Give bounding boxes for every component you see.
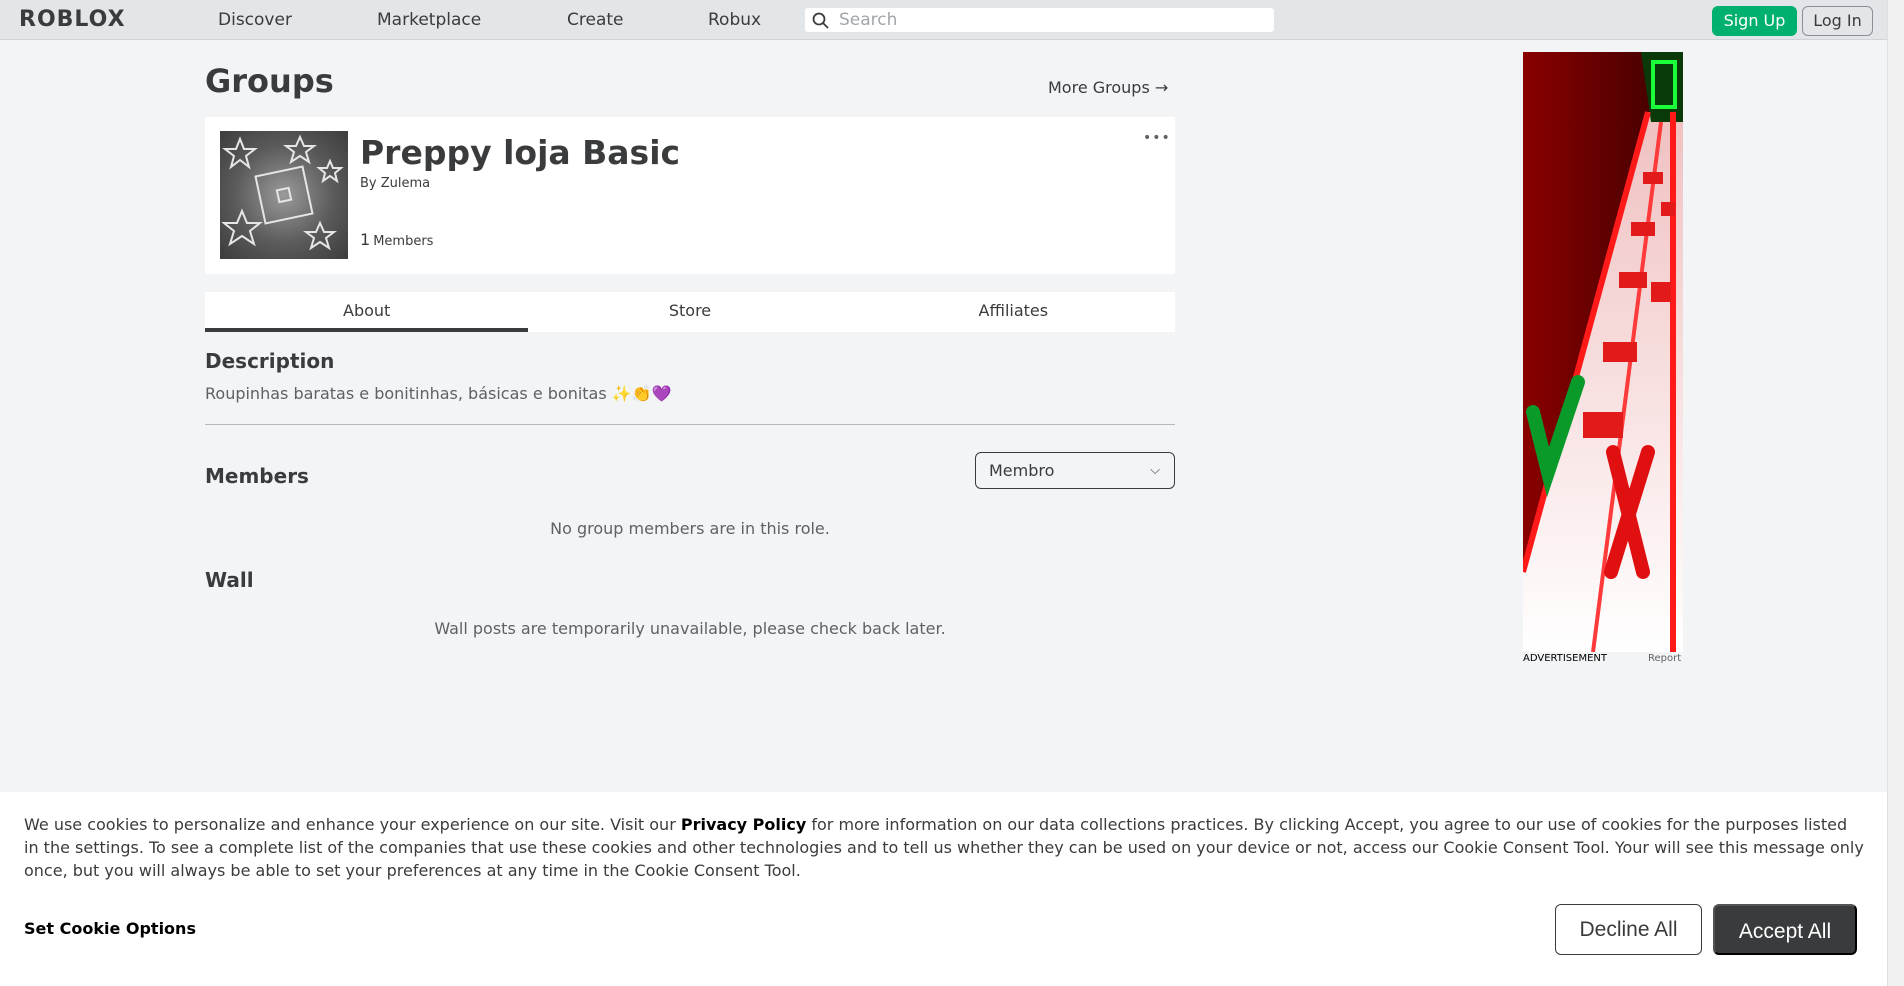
decline-all-button[interactable]: Decline All <box>1555 904 1702 955</box>
search-box[interactable] <box>804 7 1275 33</box>
group-owner: By Zulema <box>360 176 430 191</box>
page-title: Groups <box>205 62 334 100</box>
role-dropdown[interactable]: Membro ⌵ <box>975 452 1175 489</box>
member-count: 1 Members <box>360 230 433 249</box>
members-heading: Members <box>205 464 309 488</box>
stars-emblem-icon <box>221 134 344 251</box>
page-scrollbar[interactable] <box>1887 0 1904 986</box>
cookie-text-before: We use cookies to personalize and enhanc… <box>24 815 681 834</box>
tab-affiliates[interactable]: Affiliates <box>852 292 1175 332</box>
owner-link[interactable]: Zulema <box>381 176 430 191</box>
nav-link-marketplace[interactable]: Marketplace <box>377 10 481 30</box>
by-label: By <box>360 176 377 191</box>
chevron-down-icon: ⌵ <box>1150 463 1160 478</box>
tab-store[interactable]: Store <box>528 292 851 332</box>
log-in-button[interactable]: Log In <box>1802 6 1873 36</box>
group-tabs: About Store Affiliates <box>205 292 1175 332</box>
wall-unavailable-message: Wall posts are temporarily unavailable, … <box>434 619 946 638</box>
ad-report-link[interactable]: Report <box>1648 653 1681 664</box>
tab-about[interactable]: About <box>205 292 529 332</box>
roblox-logo[interactable]: ROBLOX <box>19 7 126 32</box>
cookie-consent-banner: We use cookies to personalize and enhanc… <box>0 792 1887 986</box>
search-input[interactable] <box>839 8 1269 32</box>
top-navigation-bar: ROBLOX Discover Marketplace Create Robux… <box>0 0 1887 40</box>
member-count-label: Members <box>373 234 434 249</box>
section-divider <box>205 424 1175 425</box>
ad-artwork <box>1523 52 1683 652</box>
accept-all-button[interactable]: Accept All <box>1713 904 1857 955</box>
cookie-message: We use cookies to personalize and enhanc… <box>24 813 1864 882</box>
privacy-policy-link[interactable]: Privacy Policy <box>681 815 806 834</box>
nav-link-discover[interactable]: Discover <box>218 10 292 30</box>
advertisement-label: ADVERTISEMENT <box>1523 653 1608 664</box>
advertisement-banner[interactable] <box>1523 52 1683 652</box>
group-emblem-image <box>220 131 348 259</box>
sign-up-button[interactable]: Sign Up <box>1712 6 1797 36</box>
wall-heading: Wall <box>205 568 254 592</box>
member-count-value: 1 <box>360 230 371 249</box>
nav-link-create[interactable]: Create <box>567 10 624 30</box>
search-icon <box>812 12 829 29</box>
no-members-message: No group members are in this role. <box>550 519 830 538</box>
description-text: Roupinhas baratas e bonitinhas, básicas … <box>205 384 672 403</box>
nav-link-robux[interactable]: Robux <box>708 10 761 30</box>
more-groups-link[interactable]: More Groups → <box>1048 78 1168 97</box>
description-heading: Description <box>205 349 335 373</box>
set-cookie-options-link[interactable]: Set Cookie Options <box>24 919 196 938</box>
group-header-card: Preppy loja Basic By Zulema 1 Members ••• <box>205 117 1175 274</box>
group-name: Preppy loja Basic <box>360 133 681 172</box>
more-options-icon[interactable]: ••• <box>1143 130 1171 146</box>
role-selected-value: Membro <box>989 461 1055 480</box>
